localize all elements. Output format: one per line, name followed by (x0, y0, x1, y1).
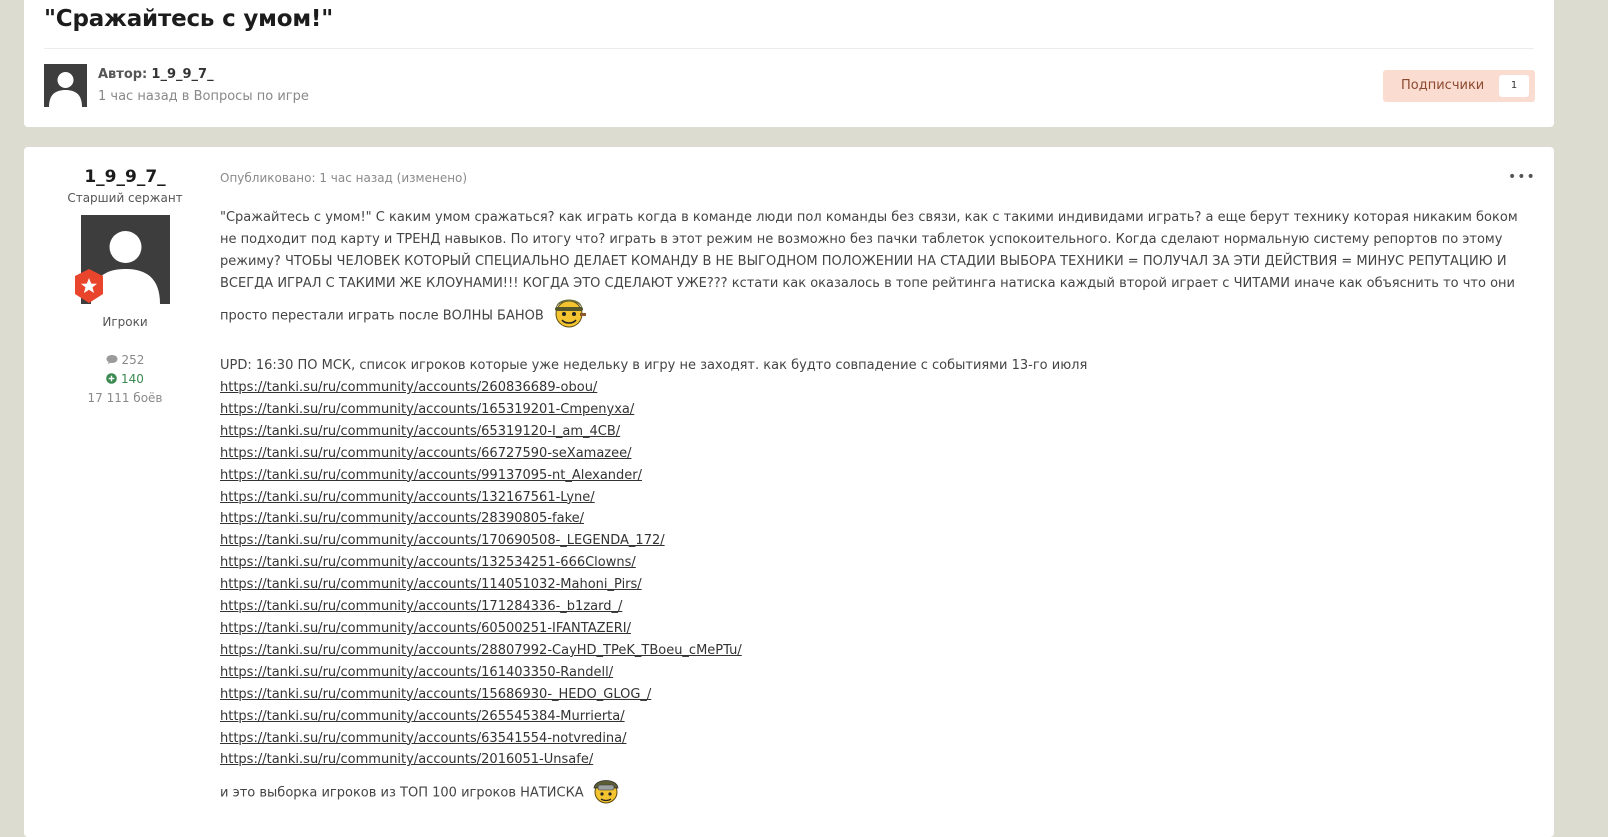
reputation-value: 140 (120, 372, 144, 386)
post-body: Опубликовано: 1 час назад (изменено) •••… (220, 167, 1538, 813)
more-options-icon[interactable]: ••• (1508, 169, 1536, 185)
topic-title: "Сражайтесь с умом!" (44, 6, 333, 32)
account-link[interactable]: https://tanki.su/ru/community/accounts/6… (220, 421, 1538, 443)
battles-count: 17 111 боёв (87, 391, 163, 405)
account-link[interactable]: https://tanki.su/ru/community/accounts/6… (220, 728, 1538, 750)
post-author-stats: 252 140 17 111 боёв (50, 351, 200, 408)
post-count: 252 (50, 351, 200, 370)
topic-time: 1 час назад в (98, 89, 190, 104)
account-link[interactable]: https://tanki.su/ru/community/accounts/1… (220, 574, 1538, 596)
account-link[interactable]: https://tanki.su/ru/community/accounts/1… (220, 596, 1538, 618)
account-link[interactable]: https://tanki.su/ru/community/accounts/9… (220, 465, 1538, 487)
followers-label: Подписчики (1401, 78, 1485, 93)
followers-button[interactable]: Подписчики 1 (1383, 70, 1535, 102)
author-line: Автор: 1_9_9_7_ (98, 67, 214, 82)
author-name-link[interactable]: 1_9_9_7_ (151, 67, 213, 82)
final-note: и это выборка игроков из ТОП 100 игроков… (220, 773, 1538, 813)
post-author-group: Игроки (102, 315, 148, 329)
default-avatar-icon (44, 64, 87, 107)
update-note: UPD: 16:30 ПО МСК, список игроков которы… (220, 358, 1088, 373)
final-note-text: и это выборка игроков из ТОП 100 игроков… (220, 785, 584, 801)
account-link[interactable]: https://tanki.su/ru/community/accounts/1… (220, 662, 1538, 684)
topic-meta: 1 час назад в Вопросы по игре (98, 89, 309, 104)
author-label: Автор: (98, 67, 148, 82)
account-link[interactable]: https://tanki.su/ru/community/accounts/2… (220, 377, 1538, 399)
account-link[interactable]: https://tanki.su/ru/community/accounts/1… (220, 487, 1538, 509)
account-link[interactable]: https://tanki.su/ru/community/accounts/6… (220, 443, 1538, 465)
topic-header: "Сражайтесь с умом!" Автор: 1_9_9_7_ 1 ч… (24, 0, 1554, 127)
post-author-avatar-wrap (74, 215, 170, 304)
followers-count: 1 (1499, 75, 1529, 97)
account-link[interactable]: https://tanki.su/ru/community/accounts/1… (220, 399, 1538, 421)
account-link[interactable]: https://tanki.su/ru/community/accounts/2… (220, 706, 1538, 728)
post-author-name[interactable]: 1_9_9_7_ (50, 167, 200, 187)
category-link[interactable]: Вопросы по игре (194, 89, 309, 104)
author-avatar[interactable] (44, 64, 87, 107)
account-link[interactable]: https://tanki.su/ru/community/accounts/1… (220, 530, 1538, 552)
reputation: 140 (50, 370, 200, 389)
account-links: https://tanki.su/ru/community/accounts/2… (220, 377, 1538, 771)
rank-star-badge-icon (74, 269, 103, 303)
post-author-panel: 1_9_9_7_ Старший сержант Игроки 252 140 … (50, 165, 200, 408)
account-link[interactable]: https://tanki.su/ru/community/accounts/2… (220, 508, 1538, 530)
comment-icon (106, 355, 118, 365)
post-paragraph-text: "Сражайтесь с умом!" С каким умом сражат… (220, 210, 1518, 324)
account-link[interactable]: https://tanki.su/ru/community/accounts/2… (220, 749, 1538, 771)
smiley-soldier-emoji-icon (550, 295, 588, 337)
account-link[interactable]: https://tanki.su/ru/community/accounts/1… (220, 684, 1538, 706)
post-card: 1_9_9_7_ Старший сержант Игроки 252 140 … (24, 147, 1554, 837)
post-date[interactable]: Опубликовано: 1 час назад (изменено) (220, 171, 1538, 185)
smiley-helmet-emoji-icon (590, 773, 622, 813)
account-link[interactable]: https://tanki.su/ru/community/accounts/6… (220, 618, 1538, 640)
plus-circle-icon (106, 373, 117, 384)
post-author-rank: Старший сержант (67, 191, 183, 205)
post-count-value: 252 (121, 353, 145, 367)
post-paragraph: "Сражайтесь с умом!" С каким умом сражат… (220, 207, 1538, 337)
account-link[interactable]: https://tanki.su/ru/community/accounts/1… (220, 552, 1538, 574)
account-link[interactable]: https://tanki.su/ru/community/accounts/2… (220, 640, 1538, 662)
divider (44, 48, 1534, 49)
